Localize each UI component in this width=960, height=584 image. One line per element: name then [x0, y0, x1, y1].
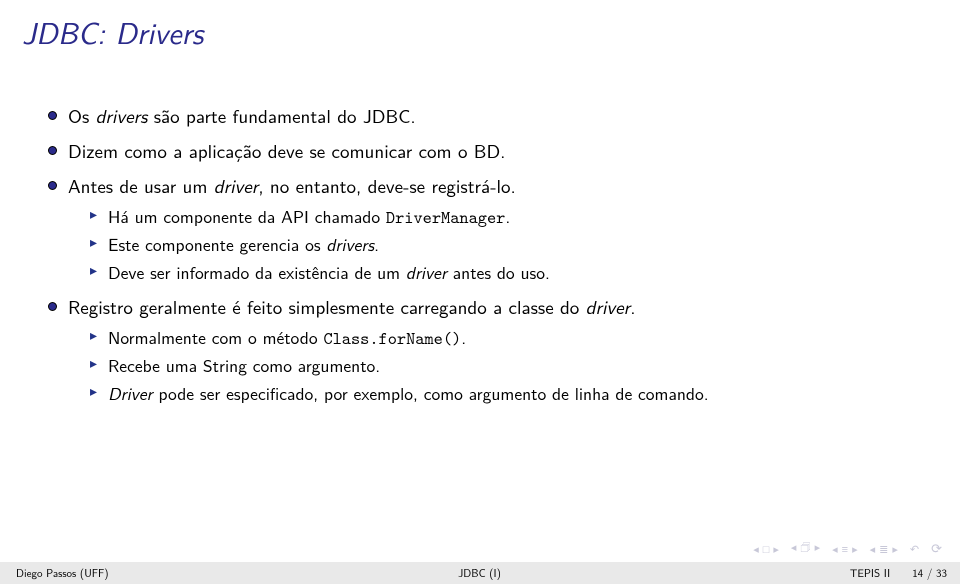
nav-up-icon: ◂🗇▸ [791, 539, 824, 558]
nav-back-icon: ◂□▸ [753, 541, 783, 557]
sub-4-1: Normalmente com o método Class.forName()… [90, 326, 924, 351]
bullet-4: Registro geralmente é feito simplesmente… [48, 293, 924, 407]
slide-content: Os drivers são parte fundamental do JDBC… [0, 54, 960, 407]
bullet-2: Dizem como a aplicação deve se comunicar… [48, 137, 924, 164]
nav-subsection-icon: ◂≣▸ [870, 541, 902, 557]
nav-section-icon: ◂≡▸ [832, 541, 861, 557]
sub-4-3: Driver pode ser especificado, por exempl… [90, 382, 924, 407]
footer-title: JDBC (I) [320, 565, 640, 581]
sub-3-3: Deve ser informado da existência de um d… [90, 261, 924, 286]
bullet-3: Antes de usar um driver, no entanto, dev… [48, 172, 924, 286]
sub-3-2: Este componente gerencia os drivers. [90, 233, 924, 258]
nav-symbols: ◂□▸ ◂🗇▸ ◂≡▸ ◂≣▸ ↶ ⟳ [753, 539, 946, 558]
bullet-1: Os drivers são parte fundamental do JDBC… [48, 102, 924, 129]
sub-3-1: Há um componente da API chamado DriverMa… [90, 205, 924, 230]
footer-bar: Diego Passos (UFF) JDBC (I) TEPIS II 14 … [0, 562, 960, 584]
footer-author: Diego Passos (UFF) [0, 565, 320, 581]
nav-undo-icon: ↶ [910, 541, 923, 557]
slide-title: JDBC: Drivers [0, 0, 960, 54]
sub-4-2: Recebe uma String como argumento. [90, 354, 924, 379]
footer-page: TEPIS II 14 / 33 [639, 565, 959, 581]
nav-loop-icon: ⟳ [931, 539, 946, 558]
